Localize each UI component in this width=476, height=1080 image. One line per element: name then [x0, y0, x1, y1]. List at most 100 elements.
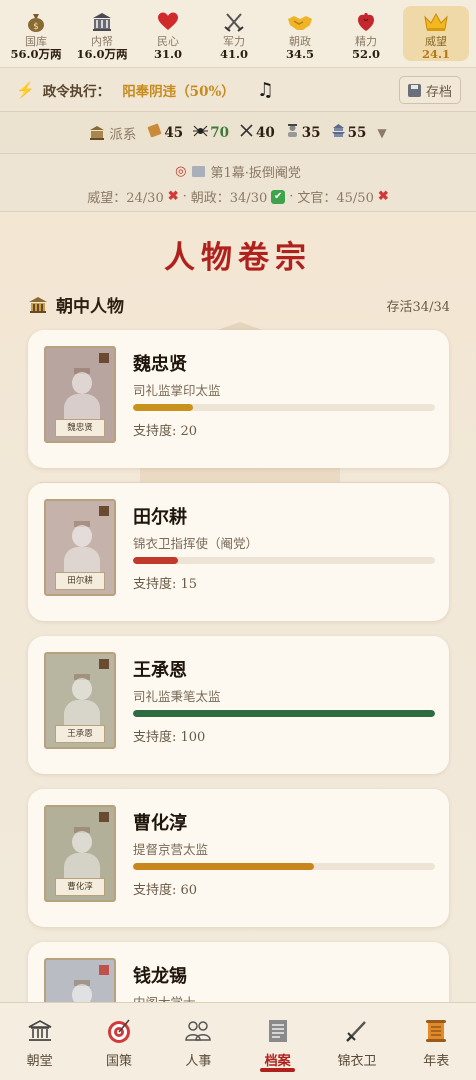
spider-icon [193, 123, 209, 142]
support-value: 支持度: 100 [133, 730, 206, 745]
stat-inner-treasury[interactable]: 内帑 16.0万两 [69, 4, 135, 67]
factions-title-label: 派系 [109, 126, 137, 143]
stat-energy[interactable]: 精力 52.0 [333, 4, 399, 67]
faction-item: 35 [285, 123, 321, 142]
support-value: 支持度: 20 [133, 424, 198, 439]
requirement-prestige: 威望：24/30 [87, 191, 164, 206]
character-portrait: 魏忠贤 [44, 346, 116, 443]
nav-archives[interactable]: 档案 [238, 1003, 317, 1080]
stat-treasury[interactable]: $ 国库 56.0万两 [3, 4, 69, 67]
character-card[interactable]: 钱龙锡 内阁大学士 [28, 942, 449, 1002]
act-objective: ◎ 第1幕·扳倒阉党 威望：24/30 ✖ · 朝政：34/30 ✔ · 文官：… [0, 154, 476, 212]
support-bar [133, 863, 435, 870]
heart-icon [155, 10, 181, 34]
ribbon-icon [99, 659, 109, 669]
portrait-head [72, 831, 92, 853]
section-header: 朝中人物 [28, 292, 124, 317]
character-card[interactable]: 田尔耕 田尔耕 锦衣卫指挥使（阉党） 支持度: 15 [28, 483, 449, 621]
people-icon [184, 1017, 212, 1045]
lightning-icon: ⚡ [16, 80, 35, 99]
portrait-head [72, 525, 92, 547]
character-portrait: 田尔耕 [44, 499, 116, 596]
crossed-swords-icon [221, 10, 247, 34]
character-card[interactable]: 王承恩 王承恩 司礼监秉笔太监 支持度: 100 [28, 636, 449, 774]
stats-bar: $ 国库 56.0万两 内帑 16.0万两 民心 31.0 军力 41.0 朝政… [0, 0, 476, 68]
cross-mark-icon: ✖ [167, 189, 179, 204]
music-toggle-icon[interactable]: ♫ [257, 79, 274, 101]
faction-value: 55 [347, 124, 367, 141]
cross-mark-icon: ✖ [377, 189, 389, 204]
stat-value: 41.0 [219, 47, 248, 61]
palace-icon [26, 1017, 54, 1045]
stat-court-politics[interactable]: 朝政 34.5 [267, 4, 333, 67]
nav-label: 国策 [105, 1054, 132, 1069]
character-card[interactable]: 魏忠贤 魏忠贤 司礼监掌印太监 支持度: 20 [28, 330, 449, 468]
ribbon-icon [99, 506, 109, 516]
save-button[interactable]: 存档 [399, 76, 461, 104]
support-value: 支持度: 60 [133, 883, 198, 898]
nav-label: 档案 [264, 1054, 291, 1069]
portrait-nameplate: 魏忠贤 [55, 419, 105, 437]
support-bar [133, 710, 435, 717]
faction-item: 40 [239, 123, 275, 142]
page-title: 人物卷宗 [164, 240, 312, 276]
check-mark-icon: ✔ [271, 189, 286, 204]
chevron-down-icon[interactable]: ▼ [377, 126, 386, 140]
separator: · [182, 189, 187, 204]
character-card[interactable]: 曹化淳 曹化淳 提督京营太监 支持度: 60 [28, 789, 449, 927]
ribbon-icon [99, 353, 109, 363]
section-title: 朝中人物 [56, 297, 124, 317]
nav-chronicle[interactable]: 年表 [397, 1003, 476, 1080]
svg-text:$: $ [33, 22, 39, 32]
nav-personnel[interactable]: 人事 [159, 1003, 238, 1080]
support-bar [133, 557, 435, 564]
scholar-icon [285, 123, 300, 142]
stat-prestige[interactable]: 威望 24.1 [403, 6, 469, 61]
save-button-label: 存档 [425, 84, 452, 100]
policy-row: ⚡ 政令执行： 阳奉阴违（50%） ♫ 存档 [0, 68, 476, 112]
bottom-nav: 朝堂 国策 人事 档案 锦衣卫 年表 [0, 1002, 476, 1080]
character-portrait: 曹化淳 [44, 805, 116, 902]
pagoda-icon [331, 123, 346, 142]
nav-label: 年表 [423, 1054, 450, 1069]
alive-count: 存活34/34 [386, 300, 450, 315]
crown-icon [423, 10, 449, 34]
scroll-icon [147, 123, 162, 142]
floppy-disk-icon [407, 83, 421, 97]
nav-jinyiwei[interactable]: 锦衣卫 [317, 1003, 396, 1080]
faction-value: 45 [164, 124, 184, 141]
portrait-head [72, 372, 92, 394]
character-title: 内阁大学士 [133, 992, 196, 1002]
dossier-panel: 人物卷宗 朝中人物 存活34/34 魏忠贤 魏忠贤 司礼监掌印太监 支持度: 2… [0, 212, 476, 1002]
factions-row[interactable]: 派系 45 70 40 35 55 ▼ [0, 112, 476, 154]
character-name: 王承恩 [133, 660, 187, 681]
document-icon [264, 1017, 292, 1045]
character-title: 司礼监掌印太监 [133, 383, 221, 398]
stat-value: 56.0万两 [10, 47, 62, 61]
act-title: 第1幕·扳倒阉党 [210, 166, 301, 181]
nav-court[interactable]: 朝堂 [0, 1003, 79, 1080]
factions-title: 派系 [89, 123, 136, 143]
palace-icon [29, 296, 47, 313]
character-name: 曹化淳 [133, 813, 187, 834]
support-bar-fill [133, 710, 435, 717]
anatomical-heart-icon [353, 10, 379, 34]
palace-icon [90, 125, 105, 140]
support-value: 支持度: 15 [133, 577, 198, 592]
requirement-court: 朝政：34/30 [190, 191, 268, 206]
crossed-swords-icon [239, 123, 254, 142]
stat-value: 34.5 [285, 47, 314, 61]
nav-policy[interactable]: 国策 [79, 1003, 158, 1080]
money-bag-icon: $ [23, 10, 49, 34]
portrait-nameplate: 田尔耕 [55, 572, 105, 590]
character-title: 提督京营太监 [133, 842, 209, 857]
stat-value: 52.0 [351, 47, 380, 61]
stat-public-morale[interactable]: 民心 31.0 [135, 4, 201, 67]
requirement-officials: 文官：45/50 [297, 191, 374, 206]
faction-value: 35 [301, 124, 321, 141]
support-bar [133, 404, 435, 411]
requirements-row: 威望：24/30 ✖ · 朝政：34/30 ✔ · 文官：45/50 ✖ [0, 187, 476, 206]
stat-value: 31.0 [153, 47, 182, 61]
policy-value: 阳奉阴违（50%） [122, 83, 235, 100]
stat-military[interactable]: 军力 41.0 [201, 4, 267, 67]
